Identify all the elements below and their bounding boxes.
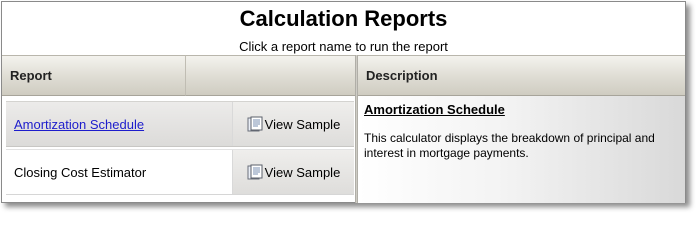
page-title: Calculation Reports: [239, 6, 448, 31]
table-row-amortization: Amortization Schedule View Sample: [6, 101, 354, 147]
sample-cell: View Sample: [232, 102, 354, 146]
view-sample-button[interactable]: View Sample: [247, 116, 341, 133]
column-header-description: Description: [358, 55, 685, 96]
view-sample-label: View Sample: [264, 164, 341, 180]
description-text: This calculator displays the breakdown o…: [364, 131, 655, 160]
view-sample-label: View Sample: [264, 116, 341, 132]
description-panel: Amortization Schedule This calculator di…: [358, 96, 685, 203]
document-preview-icon: [247, 164, 263, 179]
calculation-reports-panel: Calculation Reports Click a report name …: [1, 1, 686, 203]
table-row-closing-cost: Closing Cost Estimator View Sample: [6, 149, 354, 195]
column-header-sample: [186, 55, 356, 96]
report-link-amortization-schedule[interactable]: Amortization Schedule: [14, 102, 144, 146]
description-title: Amortization Schedule: [364, 102, 505, 117]
page-subtitle: Click a report name to run the report: [239, 39, 448, 54]
document-preview-icon: [247, 116, 263, 131]
view-sample-button[interactable]: View Sample: [247, 164, 341, 181]
report-name-closing-cost-estimator[interactable]: Closing Cost Estimator: [14, 150, 146, 194]
column-header-report: Report: [2, 55, 186, 96]
sample-cell: View Sample: [232, 150, 354, 194]
